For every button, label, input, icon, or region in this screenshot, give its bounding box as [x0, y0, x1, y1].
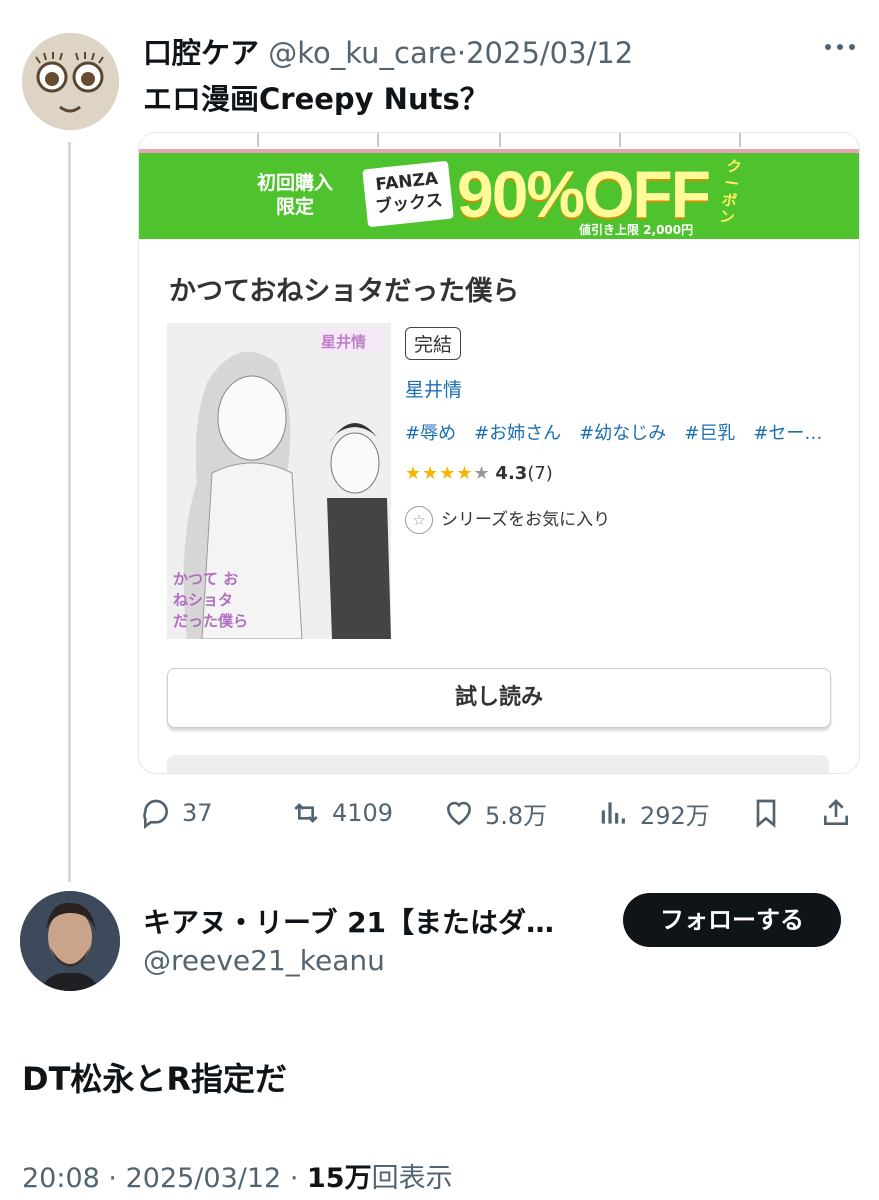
- star-icon: ★★★★: [405, 463, 474, 484]
- avatar[interactable]: [20, 891, 120, 991]
- author-handle[interactable]: @reeve21_keanu: [143, 944, 385, 977]
- favorite-series-button[interactable]: ☆ シリーズをお気に入り: [405, 505, 610, 534]
- views-count: 292万: [640, 801, 710, 830]
- more-horizontal-icon[interactable]: [820, 36, 860, 58]
- star-half-icon: ★: [473, 463, 490, 484]
- share-button[interactable]: [820, 793, 852, 833]
- tweet-text: エロ漫画Creepy Nuts？: [143, 82, 489, 116]
- cover-title: かつて おねショタ だった僕ら: [173, 570, 249, 630]
- author-handle[interactable]: @ko_ku_care: [268, 36, 457, 70]
- separator: ·: [289, 1163, 299, 1194]
- cover-author-tag: 星井情: [321, 333, 367, 351]
- retweet-count: 4109: [332, 799, 394, 827]
- banner-line1: 初回購入: [257, 172, 334, 194]
- tweet-text: DT松永とR指定だ: [22, 1060, 288, 1098]
- banner-line2: 限定: [276, 196, 315, 218]
- reply-count: 37: [182, 799, 213, 827]
- tag-list[interactable]: #辱め #お姉さん #幼なじみ #巨乳 #セー…: [405, 419, 833, 445]
- retweet-button[interactable]: 4109: [290, 793, 393, 833]
- share-icon: [824, 799, 848, 825]
- bookmark-button[interactable]: [750, 793, 782, 833]
- book-cover[interactable]: 星井情 かつて おねショタ だった僕ら: [167, 323, 391, 639]
- avatar[interactable]: [22, 33, 119, 130]
- discount-cap: 値引き上限 2,000円: [579, 223, 694, 237]
- fanza-logo-box: FANZA ブックス: [362, 160, 454, 228]
- separator: ·: [456, 36, 467, 70]
- like-count: 5.8万: [485, 801, 548, 830]
- like-button[interactable]: 5.8万: [443, 793, 547, 833]
- views-label: 回表示: [371, 1163, 453, 1194]
- author-name[interactable]: 口腔ケア: [143, 36, 259, 70]
- favorite-label: シリーズをお気に入り: [441, 510, 611, 530]
- trial-read-button[interactable]: 試し読み: [167, 668, 831, 728]
- reply-icon: [143, 799, 168, 829]
- status-badge: 完結: [405, 327, 462, 360]
- rating-value: 4.3: [495, 463, 528, 484]
- card-nav-strip: [139, 133, 859, 153]
- views-button[interactable]: 292万: [598, 793, 710, 833]
- banner-left-text: 初回購入 限定: [257, 171, 333, 219]
- embedded-image-card[interactable]: 初回購入 限定 FANZA ブックス 90%OFF 値引き上限 2,000円 ク…: [138, 132, 860, 774]
- follow-button[interactable]: フォローする: [623, 893, 841, 947]
- tweet-meta: 20:08 · 2025/03/12 · 15万回表示: [22, 1156, 453, 1195]
- thread-line: [68, 142, 71, 882]
- retweet-icon: [294, 803, 318, 823]
- rating: ★★★★★ 4.3(7): [405, 463, 553, 484]
- heart-icon: [446, 801, 472, 826]
- tweet-date[interactable]: 2025/03/12: [466, 36, 633, 70]
- book-title[interactable]: かつておねショタだった僕ら: [169, 269, 519, 308]
- author-name[interactable]: キアヌ・リーブ 21【またはダ…: [143, 901, 593, 941]
- views-icon: [601, 802, 625, 824]
- tweet-header: 口腔ケア @ko_ku_care·2025/03/12: [143, 30, 633, 72]
- promo-banner[interactable]: 初回購入 限定 FANZA ブックス 90%OFF 値引き上限 2,000円 ク…: [139, 153, 859, 239]
- bookmark-icon: [756, 799, 776, 828]
- coupon-text: クーポン: [718, 156, 743, 228]
- views-count[interactable]: 15万: [307, 1163, 372, 1194]
- tweet-time[interactable]: 20:08: [22, 1163, 100, 1194]
- card-secondary-button[interactable]: [167, 755, 829, 773]
- discount-text: 90%OFF: [457, 157, 711, 231]
- tweet-date[interactable]: 2025/03/12: [126, 1163, 282, 1194]
- separator: ·: [108, 1163, 117, 1194]
- review-count[interactable]: (7): [527, 463, 553, 484]
- book-author-link[interactable]: 星井情: [405, 375, 462, 402]
- reply-button[interactable]: 37: [140, 793, 213, 833]
- star-outline-icon: ☆: [405, 506, 433, 534]
